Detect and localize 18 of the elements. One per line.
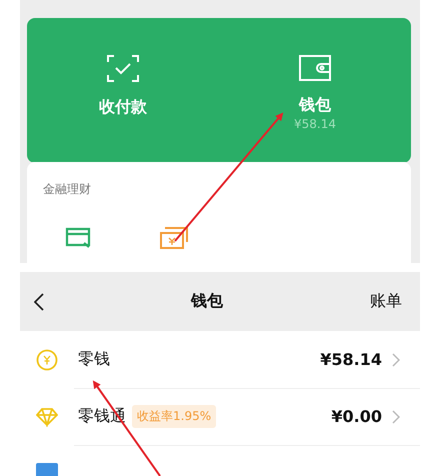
coin-icon	[36, 348, 58, 370]
page-title: 钱包	[190, 291, 224, 312]
wallet-icon	[298, 54, 332, 82]
wallet-item-label[interactable]: 零钱	[78, 349, 110, 370]
chevron-right-icon	[392, 352, 400, 366]
section-title: 金融理财	[43, 181, 91, 198]
back-icon[interactable]	[34, 292, 44, 310]
diamond-icon	[36, 406, 58, 426]
wallet-amount: ¥58.14	[320, 350, 382, 369]
card-icon	[65, 227, 91, 249]
chevron-right-icon	[392, 410, 400, 424]
bill-link[interactable]: 账单	[370, 291, 402, 312]
bank-card-icon	[36, 463, 58, 476]
scan-check-icon	[105, 54, 141, 84]
cash-icon	[159, 226, 189, 250]
wallet-amount: ¥0.00	[331, 407, 382, 426]
yield-badge: 收益率1.95%	[132, 405, 216, 428]
wallet-balance: ¥58.14	[294, 117, 336, 131]
